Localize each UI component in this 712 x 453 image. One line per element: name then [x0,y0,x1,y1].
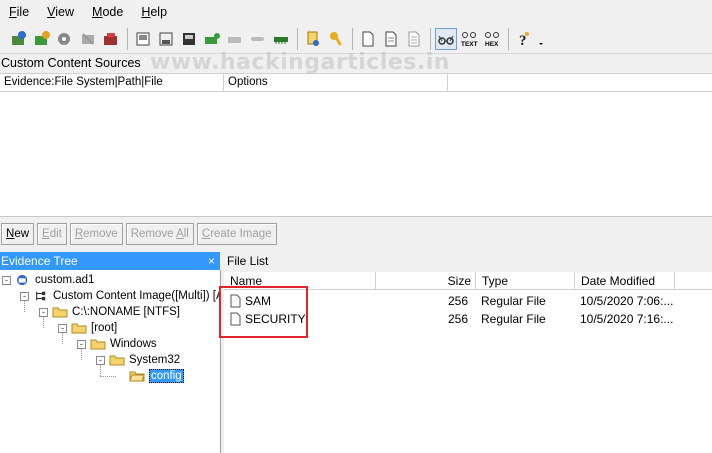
svg-text:?: ? [519,33,527,48]
file-icon [230,294,241,308]
export-logical-image-icon[interactable] [178,28,200,50]
evidence-tree-title: Evidence Tree × [0,252,220,270]
custom-content-list[interactable] [0,92,712,217]
tree-node-custom-ad1[interactable]: - custom.ad1 [2,272,94,288]
svg-text:HEX: HEX [485,41,499,48]
menu-file[interactable]: File [8,3,30,21]
key-icon[interactable] [325,28,347,50]
menu-help[interactable]: Help [140,3,168,21]
toolbar-overflow-icon[interactable] [536,28,546,50]
file-row[interactable]: SECURITY 256 Regular File 10/5/2020 7:16… [224,310,712,328]
tree-node-windows[interactable]: - Windows [77,336,157,352]
column-options[interactable]: Options [224,74,448,92]
evidence-tree: - custom.ad1 - Custom Content Image([Mul… [0,270,221,453]
remove-button[interactable]: Remove [69,223,123,245]
collapse-icon[interactable]: - [2,275,11,285]
tree-node-root[interactable]: - [root] [58,320,117,336]
file-date: 10/5/2020 7:16:... [580,312,674,326]
new-document-icon[interactable] [357,28,379,50]
collapse-icon[interactable]: - [58,323,67,333]
toolbar-separator [430,27,431,50]
column-date-modified[interactable]: Date Modified [575,272,675,290]
tree-node-label: Custom Content Image([Multi]) [AD [53,290,221,302]
file-type: Regular File [481,312,546,326]
tree-node-config[interactable]: config [129,368,184,384]
folder-icon [71,323,87,334]
menu-mode[interactable]: Mode [91,3,124,21]
tree-node-label: Windows [110,338,157,350]
folder-open-icon [129,371,145,382]
file-size: 256 [447,312,468,326]
tree-connector [100,376,116,377]
file-size: 256 [447,294,468,308]
menu-view[interactable]: View [46,3,75,21]
text-view-icon[interactable]: TEXT [458,28,480,50]
memory-capture-icon[interactable] [270,28,292,50]
add-all-evidence-icon[interactable] [31,28,53,50]
image-mounting-icon[interactable] [54,28,76,50]
menu-bar: File View Mode Help [0,0,712,24]
file-date: 10/5/2020 7:06:... [580,294,674,308]
custom-content-buttons: New Edit Remove Remove All Create Image [0,220,712,248]
collapse-icon[interactable]: - [20,291,29,301]
evidence-tree-title-text: Evidence Tree [1,254,78,268]
create-image-button[interactable]: Create Image [196,223,277,245]
custom-content-header: Evidence:File System|Path|File Options [0,74,712,92]
create-disk-image-icon[interactable] [132,28,154,50]
toolbar: TEXT HEX ? [0,24,712,54]
auto-view-icon[interactable] [435,27,457,50]
toolbar-separator [352,27,353,50]
new-button[interactable]: New [1,223,35,245]
verify-drive-icon[interactable] [302,28,324,50]
remove-all-evidence-icon[interactable] [100,28,122,50]
evidence-icon [17,274,28,286]
remove-all-button[interactable]: Remove All [125,223,194,245]
collapse-icon[interactable]: - [77,339,86,349]
tree-node-system32[interactable]: - System32 [96,352,180,368]
svg-text:TEXT: TEXT [461,41,478,48]
column-evidence-path[interactable]: Evidence:File System|Path|File [0,74,224,92]
decrypt-icon[interactable] [247,28,269,50]
tree-node-label: config [149,369,184,383]
tree-node-custom-content-image[interactable]: - Custom Content Image([Multi]) [AD [20,288,221,304]
edit-button[interactable]: Edit [37,223,67,245]
file-list: SAM 256 Regular File 10/5/2020 7:06:... … [224,290,712,453]
toolbar-separator [297,27,298,50]
create-custom-content-icon[interactable] [224,28,246,50]
hex-view-icon[interactable]: HEX [481,28,503,50]
tree-node-label: custom.ad1 [35,274,95,286]
file-icon [230,312,241,326]
collapse-icon[interactable]: - [39,307,48,317]
tree-node-label: C:\:NONAME [NTFS] [72,306,180,318]
folder-icon [90,339,106,350]
column-name[interactable]: Name [224,272,376,290]
file-name: SAM [245,294,272,308]
tree-node-noname-ntfs[interactable]: - C:\:NONAME [NTFS] [39,304,180,320]
collapse-icon[interactable]: - [96,355,105,365]
add-to-custom-content-icon[interactable] [201,28,223,50]
folder-icon [109,355,125,366]
tree-structure-icon [36,291,46,301]
folder-icon [52,307,68,318]
file-list-title: File List [224,252,712,270]
tree-node-label: System32 [129,354,181,366]
remove-evidence-icon[interactable] [77,28,99,50]
column-type[interactable]: Type [476,272,575,290]
document-grid-icon[interactable] [403,28,425,50]
toolbar-separator [127,27,128,50]
tree-node-label: [root] [91,322,118,334]
file-name: SECURITY [245,312,306,326]
file-row[interactable]: SAM 256 Regular File 10/5/2020 7:06:... [224,292,712,310]
column-size[interactable]: Size [376,272,476,290]
custom-content-sources-title: Custom Content Sources [0,54,712,74]
file-type: Regular File [481,294,546,308]
add-evidence-icon[interactable] [8,28,30,50]
help-icon[interactable]: ? [513,28,535,50]
export-disk-image-icon[interactable] [155,28,177,50]
document-icon[interactable] [380,28,402,50]
close-icon[interactable]: × [208,252,215,270]
toolbar-separator [508,27,509,50]
file-list-header: Name Size Type Date Modified [224,272,712,290]
